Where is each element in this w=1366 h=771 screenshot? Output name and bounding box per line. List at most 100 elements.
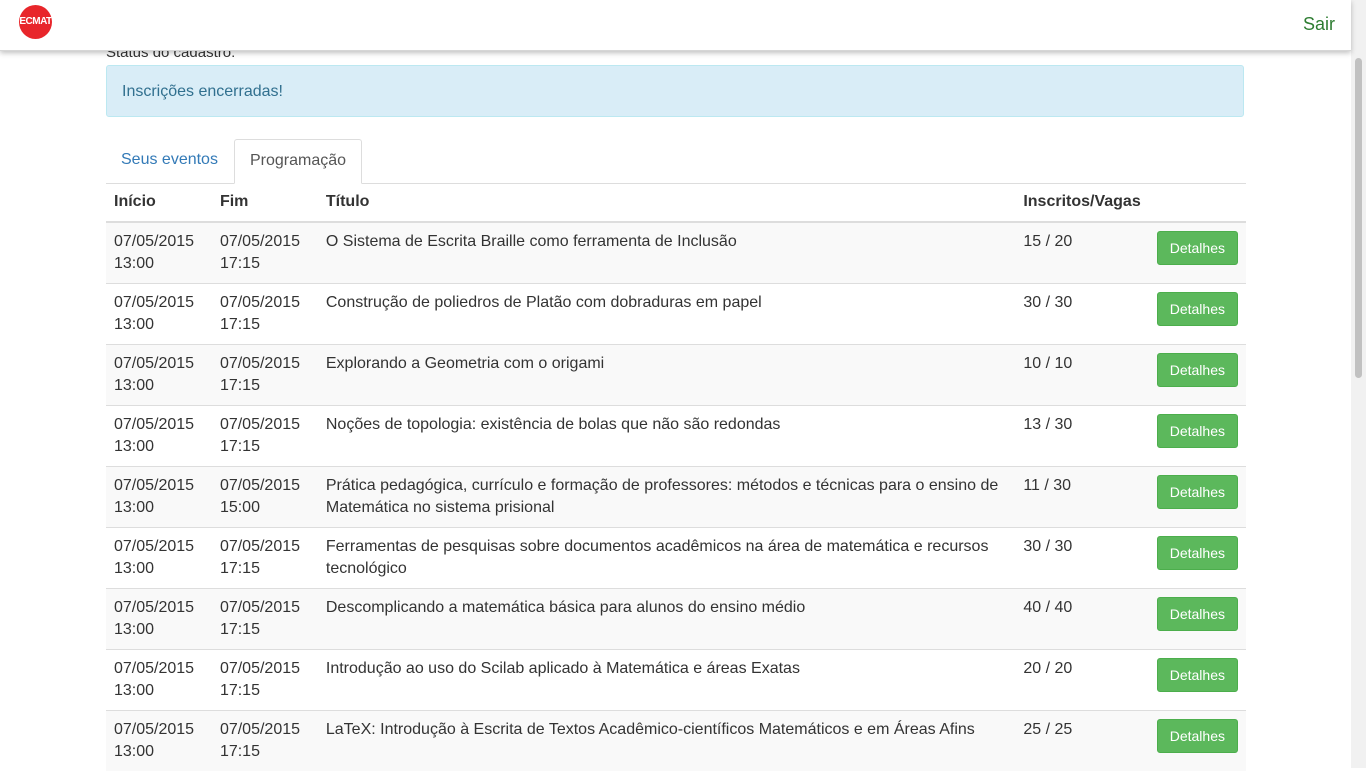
- details-button[interactable]: Detalhes: [1157, 353, 1238, 387]
- page-scrollbar[interactable]: [1351, 0, 1366, 768]
- cell-inicio: 07/05/201513:00: [106, 467, 212, 528]
- start-time: 13:00: [114, 741, 204, 763]
- table-row: 07/05/201513:0007/05/201517:15Explorando…: [106, 345, 1246, 406]
- schedule-table: Início Fim Título Inscritos/Vagas 07/05/…: [106, 183, 1246, 771]
- cell-inicio: 07/05/201513:00: [106, 345, 212, 406]
- cell-action: Detalhes: [1149, 345, 1246, 406]
- start-time: 13:00: [114, 680, 204, 702]
- details-button[interactable]: Detalhes: [1157, 658, 1238, 692]
- start-date: 07/05/2015: [114, 475, 204, 497]
- end-date: 07/05/2015: [220, 292, 310, 314]
- cell-action: Detalhes: [1149, 222, 1246, 284]
- cell-titulo: Prática pedagógica, currículo e formação…: [318, 467, 1015, 528]
- details-button[interactable]: Detalhes: [1157, 292, 1238, 326]
- details-button[interactable]: Detalhes: [1157, 536, 1238, 570]
- start-date: 07/05/2015: [114, 231, 204, 253]
- top-navbar: ECMAT Sair: [0, 0, 1351, 51]
- details-button[interactable]: Detalhes: [1157, 475, 1238, 509]
- cell-titulo: Introdução ao uso do Scilab aplicado à M…: [318, 650, 1015, 711]
- closed-alert: Inscrições encerradas!: [106, 65, 1244, 117]
- cell-titulo: LaTeX: Introdução à Escrita de Textos Ac…: [318, 711, 1015, 771]
- start-time: 13:00: [114, 253, 204, 275]
- details-button[interactable]: Detalhes: [1157, 597, 1238, 631]
- tabs-bar: Seus eventos Programação: [106, 139, 1246, 184]
- start-time: 13:00: [114, 497, 204, 519]
- cell-titulo: Descomplicando a matemática básica para …: [318, 589, 1015, 650]
- start-date: 07/05/2015: [114, 597, 204, 619]
- tab-seus-eventos[interactable]: Seus eventos: [106, 139, 233, 183]
- cell-fim: 07/05/201517:15: [212, 406, 318, 467]
- cell-fim: 07/05/201517:15: [212, 222, 318, 284]
- end-time: 17:15: [220, 741, 310, 763]
- cell-action: Detalhes: [1149, 528, 1246, 589]
- table-row: 07/05/201513:0007/05/201517:15Construção…: [106, 284, 1246, 345]
- header-fim: Fim: [212, 183, 318, 222]
- details-button[interactable]: Detalhes: [1157, 719, 1238, 753]
- header-actions: [1149, 183, 1246, 222]
- tab-programacao[interactable]: Programação: [234, 139, 362, 184]
- start-date: 07/05/2015: [114, 719, 204, 741]
- scrollbar-thumb[interactable]: [1355, 58, 1362, 378]
- cell-vagas: 11 / 30: [1015, 467, 1148, 528]
- cell-titulo: O Sistema de Escrita Braille como ferram…: [318, 222, 1015, 284]
- cell-vagas: 40 / 40: [1015, 589, 1148, 650]
- start-time: 13:00: [114, 619, 204, 641]
- cell-action: Detalhes: [1149, 284, 1246, 345]
- end-time: 17:15: [220, 253, 310, 275]
- start-date: 07/05/2015: [114, 353, 204, 375]
- start-time: 13:00: [114, 375, 204, 397]
- start-date: 07/05/2015: [114, 292, 204, 314]
- details-button[interactable]: Detalhes: [1157, 231, 1238, 265]
- table-row: 07/05/201513:00 07/05/201517:15Descomplic…: [106, 589, 1246, 650]
- cell-vagas: 20 / 20: [1015, 650, 1148, 711]
- cell-fim: 07/05/201517:15: [212, 711, 318, 771]
- cell-fim: 07/05/201515:00: [212, 467, 318, 528]
- end-date: 07/05/2015: [220, 658, 310, 680]
- cell-inicio: 07/05/201513:00: [106, 222, 212, 284]
- end-date: 07/05/2015: [220, 719, 310, 741]
- cell-vagas: 25 / 25: [1015, 711, 1148, 771]
- table-row: 07/05/201513:0007/05/201517:15Ferramenta…: [106, 528, 1246, 589]
- cell-vagas: 10 / 10: [1015, 345, 1148, 406]
- start-date: 07/05/2015: [114, 414, 204, 436]
- start-date: 07/05/2015: [114, 536, 204, 558]
- end-time: 17:15: [220, 680, 310, 702]
- end-date: 07/05/2015: [220, 231, 310, 253]
- cell-fim: 07/05/201517:15: [212, 650, 318, 711]
- end-time: 17:15: [220, 375, 310, 397]
- end-date: 07/05/2015: [220, 475, 310, 497]
- logo[interactable]: ECMAT: [19, 5, 52, 39]
- cell-inicio: 07/05/201513:00: [106, 528, 212, 589]
- cell-action: Detalhes: [1149, 406, 1246, 467]
- logout-link[interactable]: Sair: [1303, 14, 1335, 35]
- table-row: 07/05/201513:0007/05/201517:15O Sistema …: [106, 222, 1246, 284]
- cell-fim: 07/05/201517:15: [212, 589, 318, 650]
- start-date: 07/05/2015: [114, 658, 204, 680]
- cell-fim: 07/05/201517:15: [212, 528, 318, 589]
- cell-action: Detalhes: [1149, 589, 1246, 650]
- cell-vagas: 30 / 30: [1015, 284, 1148, 345]
- table-row: 07/05/201513:0007/05/201517:15Introdução…: [106, 650, 1246, 711]
- end-time: 17:15: [220, 436, 310, 458]
- start-time: 13:00: [114, 558, 204, 580]
- cell-inicio: 07/05/201513:00: [106, 711, 212, 771]
- table-row: 07/05/201513:0007/05/201515:00Prática pe…: [106, 467, 1246, 528]
- cell-titulo: Ferramentas de pesquisas sobre documento…: [318, 528, 1015, 589]
- cell-action: Detalhes: [1149, 650, 1246, 711]
- start-time: 13:00: [114, 436, 204, 458]
- end-date: 07/05/2015: [220, 414, 310, 436]
- end-time: 17:15: [220, 314, 310, 336]
- cell-titulo: Construção de poliedros de Platão com do…: [318, 284, 1015, 345]
- cell-fim: 07/05/201517:15: [212, 345, 318, 406]
- start-time: 13:00: [114, 314, 204, 336]
- cell-vagas: 30 / 30: [1015, 528, 1148, 589]
- cell-titulo: Explorando a Geometria com o origami: [318, 345, 1015, 406]
- end-time: 15:00: [220, 497, 310, 519]
- cell-vagas: 15 / 20: [1015, 222, 1148, 284]
- table-row: 07/05/201513:0007/05/201517:15Noções de …: [106, 406, 1246, 467]
- end-date: 07/05/2015: [220, 353, 310, 375]
- header-titulo: Título: [318, 183, 1015, 222]
- details-button[interactable]: Detalhes: [1157, 414, 1238, 448]
- end-date: 07/05/2015: [220, 536, 310, 558]
- table-header-row: Início Fim Título Inscritos/Vagas: [106, 183, 1246, 222]
